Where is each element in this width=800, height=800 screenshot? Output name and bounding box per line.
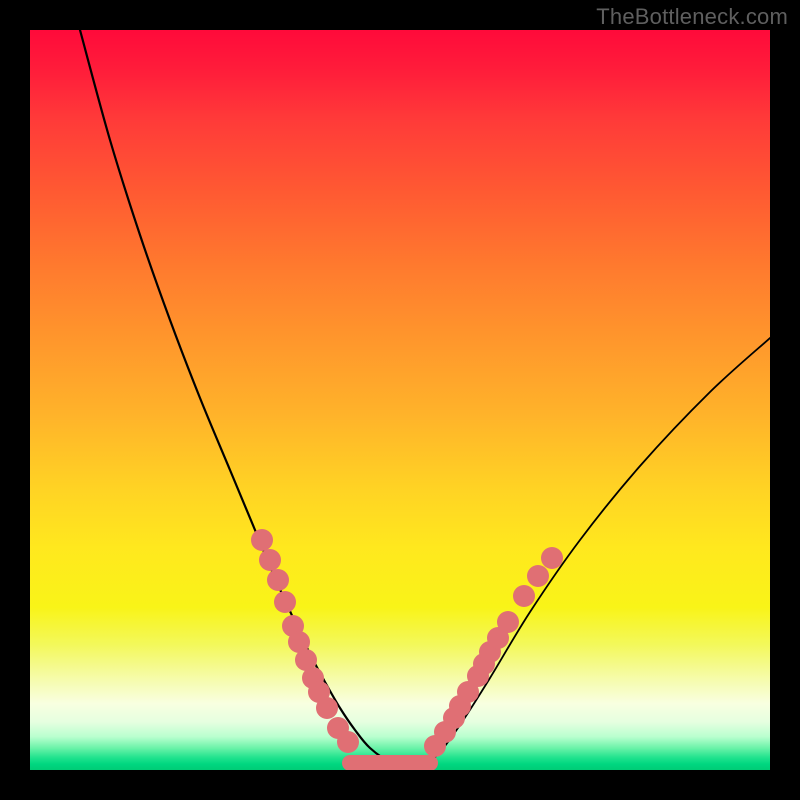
data-dot xyxy=(541,547,563,569)
data-dots-group xyxy=(251,529,563,757)
data-dot xyxy=(259,549,281,571)
left-curve xyxy=(80,30,420,770)
data-dot xyxy=(251,529,273,551)
plot-area xyxy=(30,30,770,770)
curve-layer xyxy=(30,30,770,770)
data-dot xyxy=(316,697,338,719)
chart-stage: TheBottleneck.com xyxy=(0,0,800,800)
data-dot xyxy=(513,585,535,607)
data-dot xyxy=(267,569,289,591)
data-dot xyxy=(497,611,519,633)
watermark-text: TheBottleneck.com xyxy=(596,4,788,30)
data-dot xyxy=(527,565,549,587)
right-curve xyxy=(420,338,770,770)
data-dot xyxy=(274,591,296,613)
data-dot xyxy=(337,731,359,753)
